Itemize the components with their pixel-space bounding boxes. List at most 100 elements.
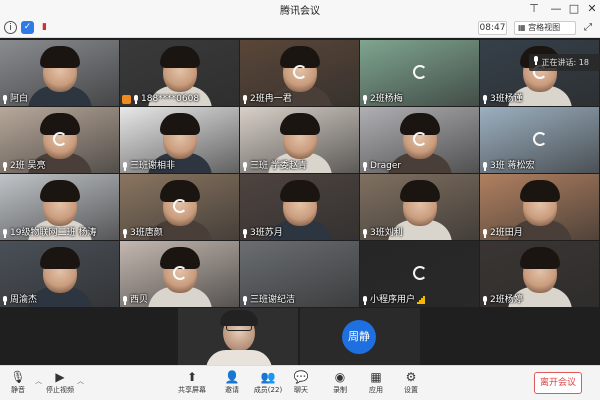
participant-name: 阿白 — [10, 94, 29, 104]
participant-video-hair — [520, 180, 560, 202]
speaking-mic-icon — [533, 56, 539, 65]
participant-tile[interactable]: 19级物联网二班 杨涛 — [0, 174, 119, 240]
microphone-icon — [362, 94, 368, 104]
participant-name: 周渝杰 — [10, 295, 38, 305]
chat-bubble-icon: 💬 — [293, 370, 309, 384]
participant-tile[interactable]: 阿白 — [0, 40, 119, 106]
microphone-icon — [482, 161, 488, 171]
invite-user-icon: 👤 — [224, 370, 240, 384]
participant-tile[interactable]: 2班冉一君 — [240, 40, 359, 106]
pin-icon[interactable]: ⊤ — [526, 1, 542, 17]
participant-name: 188****0608 — [141, 94, 200, 104]
info-icon[interactable]: i — [4, 21, 17, 34]
participant-tile[interactable]: 3班 蒋松宏 — [480, 107, 599, 173]
participant-tile[interactable]: 2班杨梅 — [360, 40, 479, 106]
participant-name: 2班杨婷 — [490, 295, 523, 305]
participant-tile[interactable]: 2班 吴亮 — [0, 107, 119, 173]
invite-label: 邀请 — [225, 386, 239, 394]
participant-tile[interactable]: 3班唐颜 — [120, 174, 239, 240]
participant-name: 2班杨梅 — [370, 94, 403, 104]
window-title-bar: 腾讯会议 ⊤ — □ ✕ — [0, 0, 600, 18]
participant-name: 小程序用户 — [370, 295, 416, 305]
participant-name-tag: 三班 学委赵青 — [242, 160, 307, 172]
microphone-icon — [482, 228, 488, 238]
participant-tile[interactable]: 3班刘利 — [360, 174, 479, 240]
participant-tile[interactable]: 西贝 — [120, 241, 239, 307]
participant-tile[interactable]: Drager — [360, 107, 479, 173]
participant-tile[interactable]: 3班苏月 — [240, 174, 359, 240]
participant-name-tag: 阿白 — [2, 93, 28, 105]
participant-tile[interactable]: 188****0608 — [120, 40, 239, 106]
participant-video-hair — [40, 46, 80, 68]
participant-tile[interactable]: 小程序用户 — [360, 241, 479, 307]
record-label: 录制 — [333, 386, 347, 394]
microphone-icon: 🎙 — [10, 370, 26, 384]
microphone-icon — [2, 94, 8, 104]
maximize-icon[interactable]: □ — [566, 1, 582, 17]
participant-name: 西贝 — [130, 295, 149, 305]
leave-meeting-button[interactable]: 离开会议 — [534, 372, 582, 394]
view-mode-button[interactable]: ▦ 宫格视图 — [514, 21, 576, 35]
chat-label: 聊天 — [294, 386, 308, 394]
participant-tile[interactable]: 三班谢纪洁 — [240, 241, 359, 307]
meeting-timer: 08:47 — [478, 21, 507, 35]
grid-view-icon: ▦ — [518, 23, 526, 32]
microphone-icon — [122, 228, 128, 238]
participant-tile[interactable]: 三班 学委赵青 — [240, 107, 359, 173]
microphone-icon — [122, 295, 128, 305]
microphone-icon — [242, 295, 248, 305]
record-button[interactable]: ◉ 录制 — [322, 368, 358, 400]
invite-button[interactable]: 👤 邀请 — [214, 368, 250, 400]
participant-name: 3班刘利 — [370, 228, 403, 238]
apps-button[interactable]: ▦ 应用 — [358, 368, 394, 400]
minimize-icon[interactable]: — — [548, 1, 564, 17]
microphone-icon — [362, 295, 368, 305]
security-shield-icon[interactable]: ✓ — [21, 21, 34, 34]
participant-name-tag: 2班 吴亮 — [2, 160, 46, 172]
host-badge-icon — [122, 94, 131, 104]
participant-video-hair — [400, 180, 440, 202]
loading-spinner-icon — [413, 65, 427, 79]
weak-signal-icon — [417, 296, 426, 304]
participant-tile-self[interactable] — [178, 308, 298, 365]
stop-video-button[interactable]: ▶ 停止视频 — [42, 368, 78, 400]
host-avatar: 周静 — [342, 320, 376, 354]
mute-button[interactable]: 🎙 静音 — [0, 368, 36, 400]
settings-button[interactable]: ⚙ 设置 — [393, 368, 429, 400]
microphone-icon — [362, 161, 368, 171]
participant-video-body — [206, 350, 272, 365]
loading-spinner-icon — [533, 132, 547, 146]
members-label: 成员(22) — [253, 386, 283, 394]
mute-options-chevron-icon[interactable]: ︿ — [35, 376, 42, 386]
speaking-indicator: 正在讲话: 18 — [529, 54, 600, 71]
participant-tile[interactable]: 三班谢相非 — [120, 107, 239, 173]
apps-grid-icon: ▦ — [370, 370, 382, 384]
participant-name-tag: 2班冉一君 — [242, 93, 292, 105]
participant-tile[interactable]: 2班杨婷 — [480, 241, 599, 307]
video-options-chevron-icon[interactable]: ︿ — [77, 376, 84, 386]
participant-name-tag: 3班唐颜 — [122, 227, 163, 239]
microphone-icon — [482, 94, 488, 104]
participant-name-tag: 三班谢纪洁 — [242, 294, 295, 306]
members-button[interactable]: 👥 成员(22) — [250, 368, 286, 400]
close-icon[interactable]: ✕ — [584, 1, 600, 17]
members-icon: 👥 — [260, 370, 276, 384]
fullscreen-icon[interactable]: ⤢ — [581, 21, 595, 35]
speaking-label: 正在讲话: 18 — [541, 58, 589, 67]
chat-button[interactable]: 💬 聊天 — [283, 368, 319, 400]
microphone-icon — [122, 161, 128, 171]
participant-tile[interactable]: 2班田月 — [480, 174, 599, 240]
participant-name: 3班苏月 — [250, 228, 283, 238]
loading-spinner-icon — [413, 132, 427, 146]
microphone-icon — [133, 94, 139, 104]
participant-tile[interactable]: 周渝杰 — [0, 241, 119, 307]
network-signal-icon[interactable]: ▮ — [38, 21, 51, 34]
participant-tile[interactable]: 3班杨谨 — [480, 40, 599, 106]
participant-name-tag: 西贝 — [122, 294, 148, 306]
participant-name-tag: 3班杨谨 — [482, 93, 523, 105]
loading-spinner-icon — [173, 266, 187, 280]
video-label: 停止视频 — [46, 386, 74, 394]
settings-label: 设置 — [404, 386, 418, 394]
share-screen-button[interactable]: ⬆ 共享屏幕 — [174, 368, 210, 400]
microphone-icon — [242, 161, 248, 171]
